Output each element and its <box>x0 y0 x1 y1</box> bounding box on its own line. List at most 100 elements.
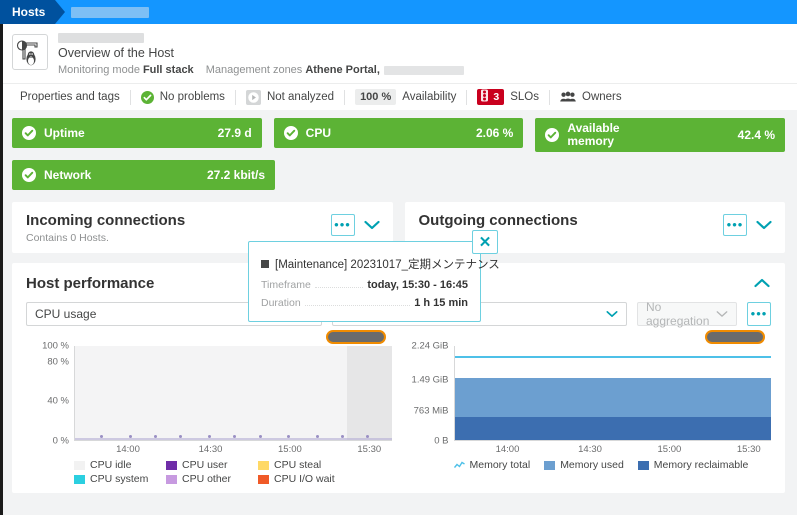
y-tick: 1.49 GiB <box>411 374 449 386</box>
legend-label: CPU user <box>182 459 228 471</box>
memory-chart-plot[interactable] <box>453 346 771 441</box>
kpi-spacer <box>542 160 785 190</box>
legend-item[interactable]: CPU user <box>166 459 258 471</box>
traffic-light-icon <box>480 89 489 105</box>
cpu-chart-x-axis: 14:00 14:30 15:00 15:30 <box>74 441 392 457</box>
memory-chart-y-axis: 2.24 GiB 1.49 GiB 763 MiB 0 B <box>406 341 454 447</box>
incoming-more-options-button[interactable]: ••• <box>330 214 355 236</box>
problems-status[interactable]: No problems <box>131 90 235 104</box>
legend-item[interactable]: CPU other <box>166 473 258 485</box>
kpi-tile-cpu[interactable]: CPU 2.06 % <box>273 118 524 148</box>
page-header: Overview of the Host Monitoring mode Ful… <box>0 24 797 83</box>
cpu-series-points <box>75 435 392 439</box>
y-tick: 100 % <box>42 340 69 352</box>
check-icon <box>22 126 36 140</box>
monitoring-mode-value: Full stack <box>142 64 194 76</box>
kpi-row-2: Network 27.2 kbit/s <box>12 160 785 190</box>
owners-label: Owners <box>582 91 622 103</box>
chart-more-options-button[interactable]: ••• <box>747 302 771 326</box>
properties-and-tags-button[interactable]: Properties and tags <box>12 91 130 103</box>
management-zones-value: Athene Portal, <box>305 64 380 76</box>
maintenance-popup-title: [Maintenance] 20231017_定期メンテナンス <box>261 256 500 272</box>
outgoing-collapse-chevron-down-icon[interactable] <box>755 217 773 234</box>
legend-label: CPU steal <box>274 459 322 471</box>
cpu-usage-chart: 100 % 80 % 40 % 0 % 14:00 14:30 15:00 15… <box>26 330 392 487</box>
maintenance-timeframe-row: Timeframe today, 15:30 - 16:45 <box>261 279 468 291</box>
breadcrumb: Hosts <box>0 0 797 24</box>
legend-swatch-cpu-system <box>74 474 85 484</box>
outgoing-more-options-button[interactable]: ••• <box>723 214 747 236</box>
legend-swatch-memory-total <box>453 461 465 470</box>
legend-item[interactable]: CPU system <box>74 473 166 485</box>
cpu-plot-background <box>75 346 392 440</box>
legend-label: Memory reclaimable <box>653 459 749 471</box>
legend-item[interactable]: Memory used <box>544 459 624 471</box>
legend-item[interactable]: Memory total <box>453 459 530 471</box>
y-tick: 2.24 GiB <box>411 340 449 352</box>
legend-label: CPU I/O wait <box>274 473 335 485</box>
dotted-leader <box>304 305 411 306</box>
legend-swatch-memory-used <box>544 460 556 470</box>
legend-item[interactable]: CPU steal <box>258 459 350 471</box>
kpi-label: CPU <box>305 125 332 140</box>
legend-label: CPU other <box>182 473 232 485</box>
kpi-tile-network[interactable]: Network 27.2 kbit/s <box>12 160 275 190</box>
legend-item[interactable]: CPU idle <box>74 459 166 471</box>
memory-chart-x-axis: 14:00 14:30 15:00 15:30 <box>454 441 772 457</box>
legend-swatch-cpu-user <box>166 460 177 470</box>
aggregation-select[interactable]: No aggregation <box>637 300 737 328</box>
breadcrumb-root-hosts[interactable]: Hosts <box>0 0 56 24</box>
incoming-connections-subtitle: Contains 0 Hosts. <box>26 232 109 244</box>
legend-swatch-cpu-idle <box>74 460 85 470</box>
duration-label: Duration <box>261 297 301 309</box>
check-icon <box>22 168 36 182</box>
memory-used-area <box>454 377 771 417</box>
incoming-collapse-chevron-down-icon[interactable] <box>363 217 381 234</box>
host-name-redacted <box>58 33 144 43</box>
x-tick: 15:30 <box>736 444 761 455</box>
kpi-label: Available memory <box>567 121 620 148</box>
x-tick: 15:00 <box>657 444 682 455</box>
legend-swatch-memory-reclaimable <box>637 460 649 470</box>
x-tick: 14:00 <box>116 444 140 455</box>
legend-label: Memory used <box>560 459 624 471</box>
slo-status[interactable]: 3 SLOs <box>467 89 549 105</box>
memory-chart: 2.24 GiB 1.49 GiB 763 MiB 0 B 14:00 14:3… <box>406 330 772 487</box>
memory-total-line <box>454 356 771 359</box>
analysis-status[interactable]: Not analyzed <box>236 89 344 105</box>
availability-status[interactable]: 100 % Availability <box>345 89 466 105</box>
header-meta: Monitoring mode Full stack Management zo… <box>58 63 464 77</box>
breadcrumb-current-redacted <box>71 6 150 18</box>
legend-label: CPU idle <box>90 459 132 471</box>
x-tick: 15:00 <box>278 444 302 455</box>
maintenance-title-text: [Maintenance] 20231017_定期メンテナンス <box>275 259 500 271</box>
kpi-tile-uptime[interactable]: Uptime 27.9 d <box>12 118 262 148</box>
legend-swatch-cpu-io-wait <box>258 474 269 484</box>
page-title: Overview of the Host <box>58 46 175 60</box>
problems-label: No problems <box>159 91 225 103</box>
x-tick: 14:30 <box>578 444 602 455</box>
cpu-chart-plot[interactable] <box>74 346 392 441</box>
availability-label: Availability <box>402 91 457 103</box>
host-performance-title: Host performance <box>26 275 155 292</box>
chevron-down-icon <box>606 307 618 321</box>
host-performance-collapse-chevron-up-icon[interactable] <box>753 275 771 292</box>
duration-value: 1 h 15 min <box>414 297 468 309</box>
aggregation-select-value: No aggregation <box>646 300 710 328</box>
legend-item[interactable]: CPU I/O wait <box>258 473 350 485</box>
legend-swatch-cpu-other <box>166 474 177 484</box>
maintenance-popup: ✕ [Maintenance] 20231017_定期メンテナンス Timefr… <box>248 230 500 322</box>
memory-chart-redacted-highlight <box>705 330 765 344</box>
maintenance-duration-row: Duration 1 h 15 min <box>261 297 468 309</box>
header-toolbar: Properties and tags No problems Not anal… <box>0 83 797 110</box>
kpi-tile-available-memory[interactable]: Available memory 42.4 % <box>535 118 786 152</box>
breadcrumb-arrow-icon <box>55 0 66 24</box>
kpi-label: Network <box>44 167 92 182</box>
kpi-value: 42.4 % <box>737 128 776 142</box>
owners-status[interactable]: Owners <box>550 91 632 103</box>
analysis-label: Not analyzed <box>266 91 335 103</box>
incoming-connections-title: Incoming connections <box>26 212 186 229</box>
legend-item[interactable]: Memory reclaimable <box>637 459 749 471</box>
incoming-card-actions: ••• <box>330 212 381 236</box>
close-icon[interactable]: ✕ <box>472 230 498 254</box>
